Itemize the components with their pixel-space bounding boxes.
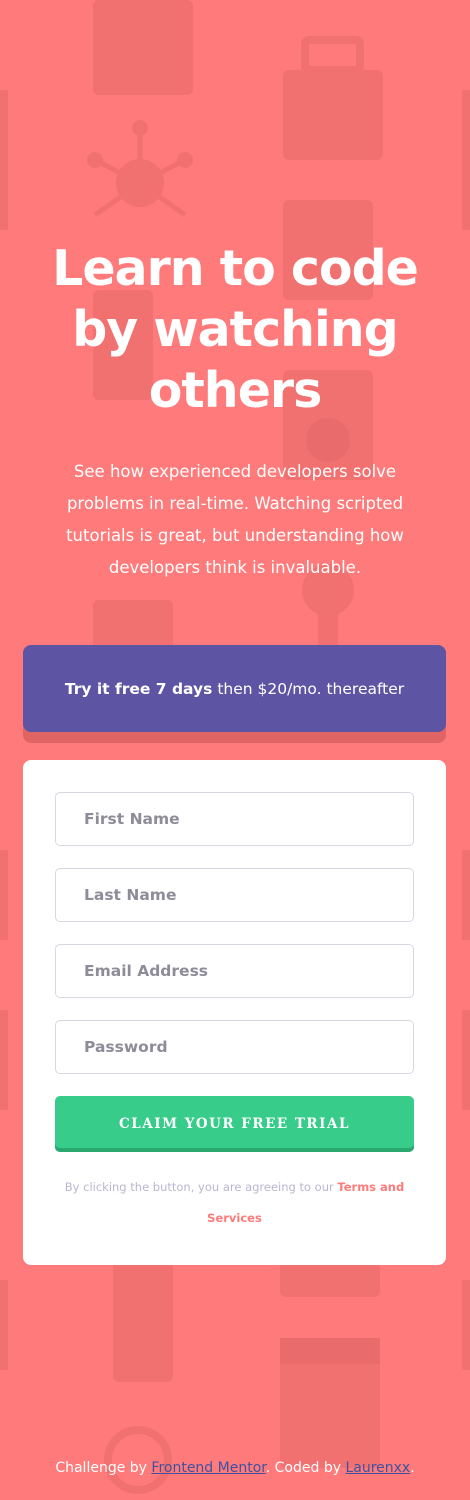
promo-box: Try it free 7 days then $20/mo. thereaft… [23, 645, 446, 732]
last-name-input[interactable] [55, 868, 414, 922]
page: Learn to code by watching others See how… [0, 0, 470, 1500]
first-name-input[interactable] [55, 792, 414, 846]
footer-coded-by-text: . Coded by [265, 1460, 346, 1476]
terms-prefix: By clicking the button, you are agreeing… [64, 1180, 338, 1194]
email-input[interactable] [55, 944, 414, 998]
terms-notice: By clicking the button, you are agreeing… [51, 1172, 418, 1234]
claim-free-trial-button[interactable]: CLAIM YOUR FREE TRIAL [55, 1096, 414, 1152]
hero-description: See how experienced developers solve pro… [66, 462, 404, 577]
author-link[interactable]: Laurenxx [345, 1460, 410, 1476]
promo-rest-text: then $20/mo. thereafter [217, 679, 405, 698]
footer-attribution: Challenge by Frontend Mentor. Coded by L… [0, 1460, 470, 1476]
promo-strong-text: Try it free 7 days [64, 679, 213, 698]
frontend-mentor-link[interactable]: Frontend Mentor [151, 1460, 265, 1476]
footer-suffix: . [410, 1460, 415, 1476]
signup-form: CLAIM YOUR FREE TRIAL By clicking the bu… [23, 760, 446, 1265]
password-input[interactable] [55, 1020, 414, 1074]
footer-challenge-text: Challenge by [55, 1460, 152, 1476]
promo-banner: Try it free 7 days then $20/mo. thereaft… [23, 645, 446, 743]
hero-title: Learn to code by watching others [52, 240, 419, 419]
